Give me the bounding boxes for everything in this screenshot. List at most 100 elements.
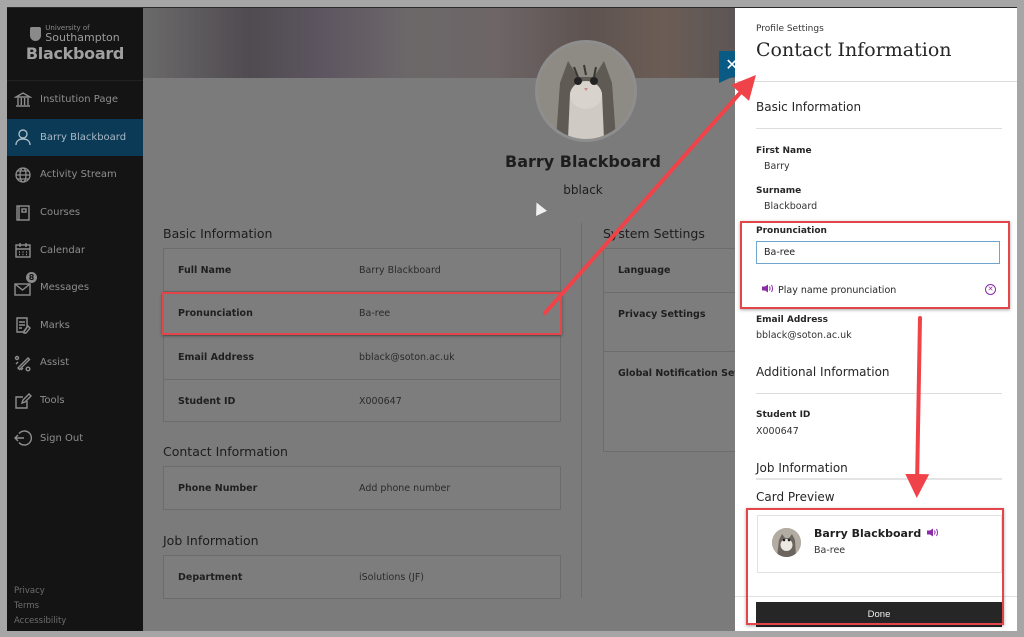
sidebar: University of Southampton Blackboard Ins… [7,8,143,631]
student-id-label: Student ID [756,410,811,420]
browser-window: University of Southampton Blackboard Ins… [7,7,1017,631]
profile-row-full-name[interactable]: Full Name Barry Blackboard [164,249,560,292]
user-icon [14,128,32,146]
panel-basic-information-heading: Basic Information [756,100,862,114]
mouse-cursor [531,200,547,216]
row-value: bblack@soton.ac.uk [359,352,455,363]
sidebar-item-label: Messages [40,282,90,294]
profile-banner-image [143,8,735,78]
sidebar-item-label: Activity Stream [40,169,117,181]
panel-title: Contact Information [756,39,952,61]
sidebar-footer: Privacy Terms Accessibility [14,584,66,629]
divider [756,478,1002,480]
sidebar-item-institution-page[interactable]: Institution Page [7,81,143,119]
basic-information-heading: Basic Information [163,226,273,241]
marks-icon [14,316,32,335]
card-pronunciation: Ba-ree [814,545,846,556]
settings-row-privacy[interactable]: Privacy Settings [604,293,754,352]
add-phone-number-link[interactable]: Add phone number [359,483,450,494]
remove-pronunciation-icon[interactable]: ✕ [985,284,996,295]
card-name: Barry Blackboard [814,527,939,540]
cat-photo [538,43,634,139]
row-value: Barry Blackboard [359,265,441,276]
row-value: X000647 [359,396,402,407]
sidebar-item-label: Assist [40,357,70,369]
calendar-icon [14,241,32,259]
additional-information-heading: Additional Information [756,365,890,379]
sidebar-item-calendar[interactable]: Calendar [7,231,143,269]
sidebar-item-courses[interactable]: Courses [7,194,143,232]
sidebar-nav: Institution Page Barry Blackboard Activi… [7,81,143,457]
job-information-heading: Job Information [163,533,259,548]
done-button[interactable]: Done [756,602,1002,627]
privacy-link[interactable]: Privacy [14,584,66,599]
row-label: Privacy Settings [618,309,706,320]
student-id-value: X000647 [756,426,799,437]
settings-row-global-notifications[interactable]: Global Notification Settings [604,352,766,452]
profile-row-student-id[interactable]: Student ID X000647 [164,380,560,423]
profile-avatar[interactable] [535,40,637,142]
card-name-text: Barry Blackboard [814,527,922,540]
sidebar-item-label: Tools [40,395,65,407]
panel-breadcrumb: Profile Settings [756,24,824,34]
sidebar-item-assist[interactable]: Assist [7,344,143,382]
profile-username: bblack [563,183,603,197]
institution-logo[interactable]: University of Southampton Blackboard [7,8,143,81]
profile-row-email[interactable]: Email Address bblack@soton.ac.uk [164,336,560,380]
profile-page: Barry Blackboard bblack Basic Informatio… [143,8,766,631]
crest-icon [30,27,42,41]
row-label: Student ID [178,396,236,407]
cat-photo-small [772,528,801,557]
job-information-heading: Job Information [756,461,848,475]
surname-label: Surname [756,186,802,196]
sidebar-item-label: Barry Blackboard [40,131,127,143]
row-label: Email Address [178,352,255,363]
job-information-card: Department iSolutions (JF) [163,555,561,599]
play-label: Play name pronunciation [778,284,897,296]
assist-icon [14,354,32,372]
sidebar-item-marks[interactable]: Marks [7,307,143,345]
sidebar-item-label: Calendar [40,244,85,256]
play-name-pronunciation-button[interactable]: Play name pronunciation [762,284,896,296]
email-value: bblack@soton.ac.uk [756,330,852,341]
logo-text: University of Southampton [45,25,119,44]
sidebar-item-label: Institution Page [40,94,118,106]
basic-information-card: Full Name Barry Blackboard Pronunciation… [163,248,561,422]
system-settings-heading: System Settings [603,226,705,241]
first-name-label: First Name [756,146,812,156]
globe-icon [14,166,32,184]
card-preview: Barry Blackboard Ba-ree [757,515,1002,573]
sidebar-item-label: Courses [40,207,81,219]
profile-row-pronunciation[interactable]: Pronunciation Ba-ree [164,292,560,336]
sidebar-item-tools[interactable]: Tools [7,382,143,420]
divider [735,81,1017,82]
row-value: iSolutions (JF) [359,572,424,583]
sidebar-item-messages[interactable]: 8 Messages [7,269,143,307]
sidebar-item-barry-blackboard[interactable]: Barry Blackboard [7,118,143,157]
contact-information-card: Phone Number Add phone number [163,466,561,510]
book-icon [14,204,32,222]
sidebar-item-label: Marks [40,319,70,331]
speaker-icon[interactable] [927,527,939,540]
row-label: Language [618,265,671,276]
sidebar-item-activity-stream[interactable]: Activity Stream [7,156,143,194]
pronunciation-label: Pronunciation [756,226,827,236]
pronunciation-input[interactable] [756,241,1000,264]
system-settings-card: Language Privacy Settings Global Notific… [603,248,766,452]
logo-blackboard: Blackboard [25,44,125,63]
surname-value: Blackboard [764,201,818,212]
profile-row-department[interactable]: Department iSolutions (JF) [164,556,560,598]
accessibility-link[interactable]: Accessibility [14,614,66,629]
settings-row-language[interactable]: Language [604,249,754,293]
row-label: Full Name [178,265,232,276]
divider [735,596,1017,597]
messages-count-badge: 8 [26,271,37,283]
profile-row-phone-number[interactable]: Phone Number Add phone number [164,467,560,509]
first-name-value: Barry [764,161,790,172]
sidebar-item-sign-out[interactable]: Sign Out [7,419,143,457]
row-value: Ba-ree [359,308,391,319]
terms-link[interactable]: Terms [14,599,66,614]
logo-university: University of Southampton [30,25,120,44]
divider [756,128,1002,129]
institution-icon [14,91,32,109]
